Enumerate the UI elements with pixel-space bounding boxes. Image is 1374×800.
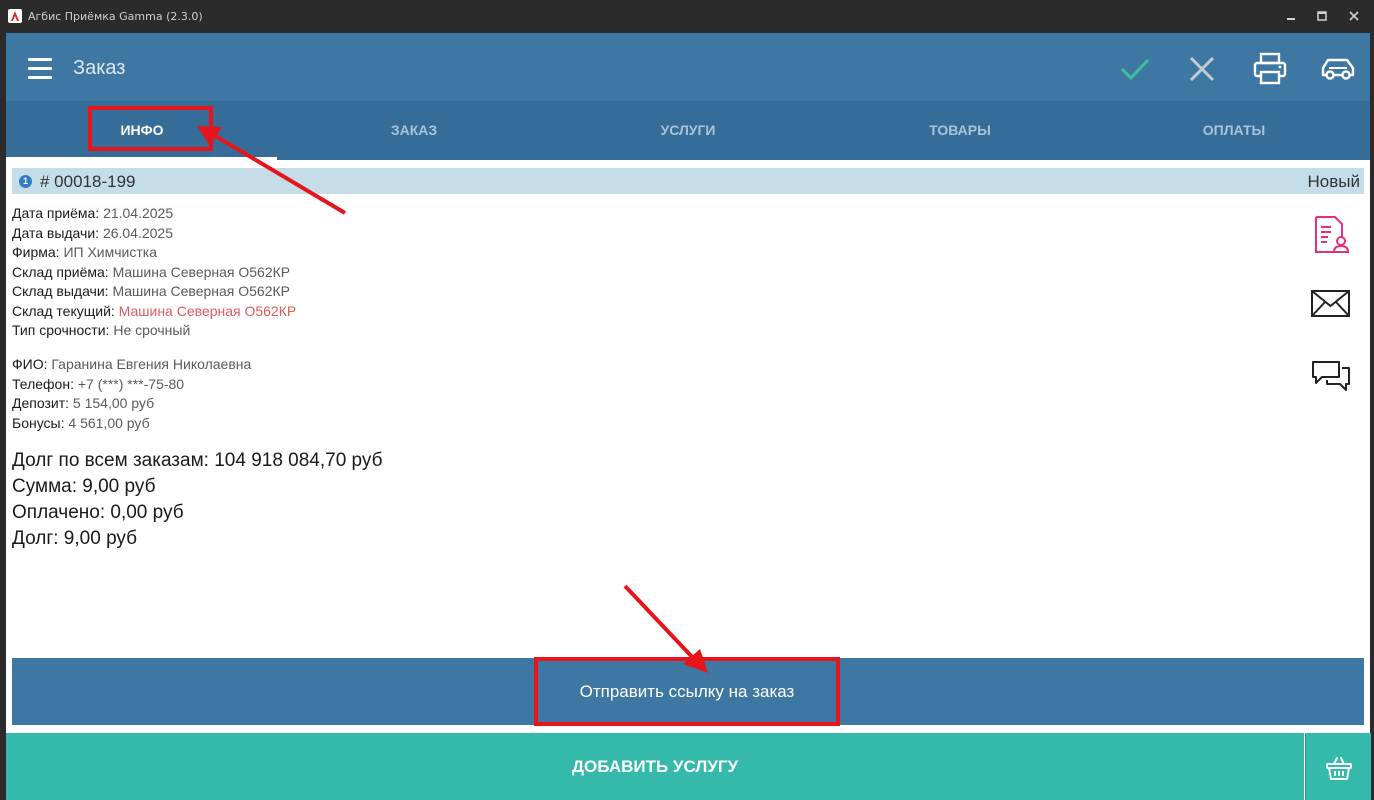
- field-value: +7 (***) ***-75-80: [77, 376, 185, 392]
- window-frame-right: [1370, 33, 1374, 800]
- total-debt-all-orders: Долг по всем заказам: 104 918 084,70 руб: [12, 450, 383, 471]
- order-field-urgency: Тип срочности: Не срочный: [12, 322, 190, 338]
- field-value: 26.04.2025: [102, 225, 174, 241]
- tab-services[interactable]: УСЛУГИ: [552, 101, 824, 160]
- tab-goods-label: ТОВАРЫ: [929, 122, 991, 138]
- tab-order-label: ЗАКАЗ: [390, 122, 438, 138]
- order-field-receive-warehouse: Склад приёма: Машина Северная О562КР: [12, 264, 290, 280]
- field-label: Склад приёма:: [12, 264, 109, 280]
- basket-icon: [1326, 757, 1352, 780]
- window-titlebar: Агбис Приёмка Gamma (2.3.0): [0, 0, 1374, 33]
- tab-payments[interactable]: ОПЛАТЫ: [1098, 101, 1370, 160]
- checkmark-icon[interactable]: [1117, 51, 1153, 87]
- highlight-box-send-link: [534, 657, 840, 726]
- menu-icon[interactable]: [28, 58, 52, 80]
- close-icon[interactable]: [1184, 51, 1220, 87]
- field-label: Дата приёма:: [12, 205, 100, 221]
- order-sum: Сумма: 9,00 руб: [12, 476, 156, 497]
- tab-goods[interactable]: ТОВАРЫ: [824, 101, 1096, 160]
- order-field-firm: Фирма: ИП Химчистка: [12, 244, 157, 260]
- maximize-window-icon[interactable]: [1314, 8, 1330, 24]
- tab-order[interactable]: ЗАКАЗ: [278, 101, 550, 160]
- window-title: Агбис Приёмка Gamma (2.3.0): [28, 10, 203, 23]
- field-value: 5 154,00 руб: [72, 395, 155, 411]
- order-paid: Оплачено: 0,00 руб: [12, 502, 184, 523]
- field-label: Склад выдачи:: [12, 283, 109, 299]
- field-label: Фирма:: [12, 244, 60, 260]
- field-value: Машина Северная О562КР: [118, 303, 297, 319]
- active-tab-indicator: [6, 157, 277, 160]
- tab-services-label: УСЛУГИ: [660, 122, 716, 138]
- highlight-box-info-tab: [88, 106, 213, 151]
- field-value: 21.04.2025: [103, 205, 174, 221]
- field-value: Машина Северная О562КР: [112, 264, 291, 280]
- order-field-current-warehouse: Склад текущий: Машина Северная О562КР: [12, 303, 296, 319]
- order-field-issue-warehouse: Склад выдачи: Машина Северная О562КР: [12, 283, 290, 299]
- screen-title: Заказ: [73, 57, 126, 79]
- field-label: Депозит:: [12, 395, 70, 411]
- basket-button[interactable]: [1305, 733, 1371, 800]
- app-logo-icon: [8, 9, 22, 23]
- order-header: 1 # 00018-199 Новый: [12, 168, 1364, 194]
- field-value: 4 561,00 руб: [68, 415, 150, 431]
- field-value: Не срочный: [113, 322, 191, 338]
- close-window-icon[interactable]: [1346, 8, 1362, 24]
- order-badge: 1: [19, 175, 32, 188]
- order-field-issue-date: Дата выдачи: 26.04.2025: [12, 225, 173, 241]
- envelope-icon[interactable]: [1309, 282, 1353, 326]
- field-label: Телефон:: [12, 376, 74, 392]
- order-number: # 00018-199: [40, 172, 136, 191]
- client-field-phone: Телефон: +7 (***) ***-75-80: [12, 376, 184, 392]
- client-field-deposit: Депозит: 5 154,00 руб: [12, 395, 154, 411]
- chat-icon[interactable]: [1309, 355, 1353, 399]
- tab-payments-label: ОПЛАТЫ: [1202, 122, 1266, 138]
- field-label: Склад текущий:: [12, 303, 115, 319]
- field-label: Бонусы:: [12, 415, 65, 431]
- car-icon[interactable]: [1320, 51, 1356, 87]
- field-label: Тип срочности:: [12, 322, 110, 338]
- client-field-name: ФИО: Гаранина Евгения Николаевна: [12, 356, 251, 372]
- field-value: ИП Химчистка: [63, 244, 157, 260]
- client-field-bonuses: Бонусы: 4 561,00 руб: [12, 415, 150, 431]
- order-status: Новый: [1307, 172, 1360, 191]
- client-card-icon[interactable]: [1309, 213, 1353, 257]
- minimize-window-icon[interactable]: [1283, 8, 1299, 24]
- field-value: Гаранина Евгения Николаевна: [51, 356, 252, 372]
- add-service-button[interactable]: ДОБАВИТЬ УСЛУГУ: [6, 733, 1304, 800]
- field-label: Дата выдачи:: [12, 225, 100, 241]
- order-field-received-date: Дата приёма: 21.04.2025: [12, 205, 173, 221]
- field-value: Машина Северная О562КР: [112, 283, 290, 299]
- printer-icon[interactable]: [1252, 51, 1288, 87]
- field-label: ФИО:: [12, 356, 48, 372]
- order-debt: Долг: 9,00 руб: [12, 528, 138, 549]
- app-bar: Заказ: [6, 33, 1370, 101]
